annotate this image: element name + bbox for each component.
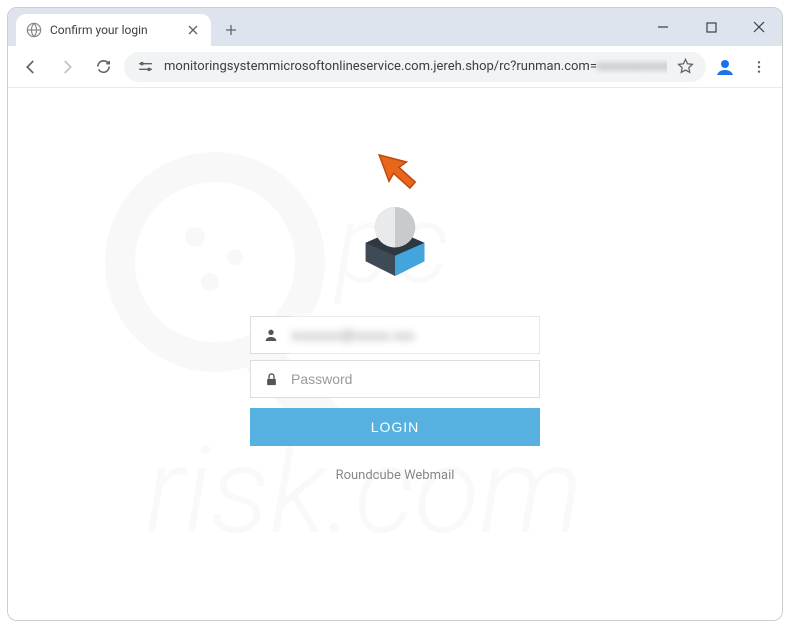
profile-button[interactable] xyxy=(712,54,738,80)
bookmark-icon[interactable] xyxy=(677,58,694,75)
username-row xyxy=(250,316,540,354)
forward-button[interactable] xyxy=(52,52,82,82)
tab-title: Confirm your login xyxy=(50,23,177,37)
password-input[interactable] xyxy=(291,361,539,397)
page-content: pc risk.com xyxy=(8,88,782,620)
maximize-button[interactable] xyxy=(696,12,726,42)
close-window-button[interactable] xyxy=(744,12,774,42)
address-bar[interactable]: monitoringsystemmicrosoftonlineservice.c… xyxy=(124,52,706,82)
window-controls xyxy=(648,8,774,46)
minimize-button[interactable] xyxy=(648,12,678,42)
globe-icon xyxy=(26,22,42,38)
login-form: LOGIN Roundcube Webmail xyxy=(250,195,540,483)
lock-icon xyxy=(251,372,291,387)
person-icon xyxy=(251,327,291,343)
kebab-menu-icon[interactable] xyxy=(744,52,774,82)
roundcube-logo-icon xyxy=(349,195,441,291)
reload-button[interactable] xyxy=(88,52,118,82)
toolbar: monitoringsystemmicrosoftonlineservice.c… xyxy=(8,46,782,88)
password-row xyxy=(250,360,540,398)
browser-window: Confirm your login xyxy=(7,7,783,621)
back-button[interactable] xyxy=(16,52,46,82)
close-icon[interactable] xyxy=(185,22,201,38)
username-input[interactable] xyxy=(291,317,539,353)
footer-label: Roundcube Webmail xyxy=(336,468,455,483)
login-button[interactable]: LOGIN xyxy=(250,408,540,446)
browser-tab[interactable]: Confirm your login xyxy=(16,14,211,46)
site-settings-icon[interactable] xyxy=(136,58,154,76)
tab-bar: Confirm your login xyxy=(8,8,782,46)
url-text: monitoringsystemmicrosoftonlineservice.c… xyxy=(164,59,667,74)
new-tab-button[interactable] xyxy=(217,16,245,44)
